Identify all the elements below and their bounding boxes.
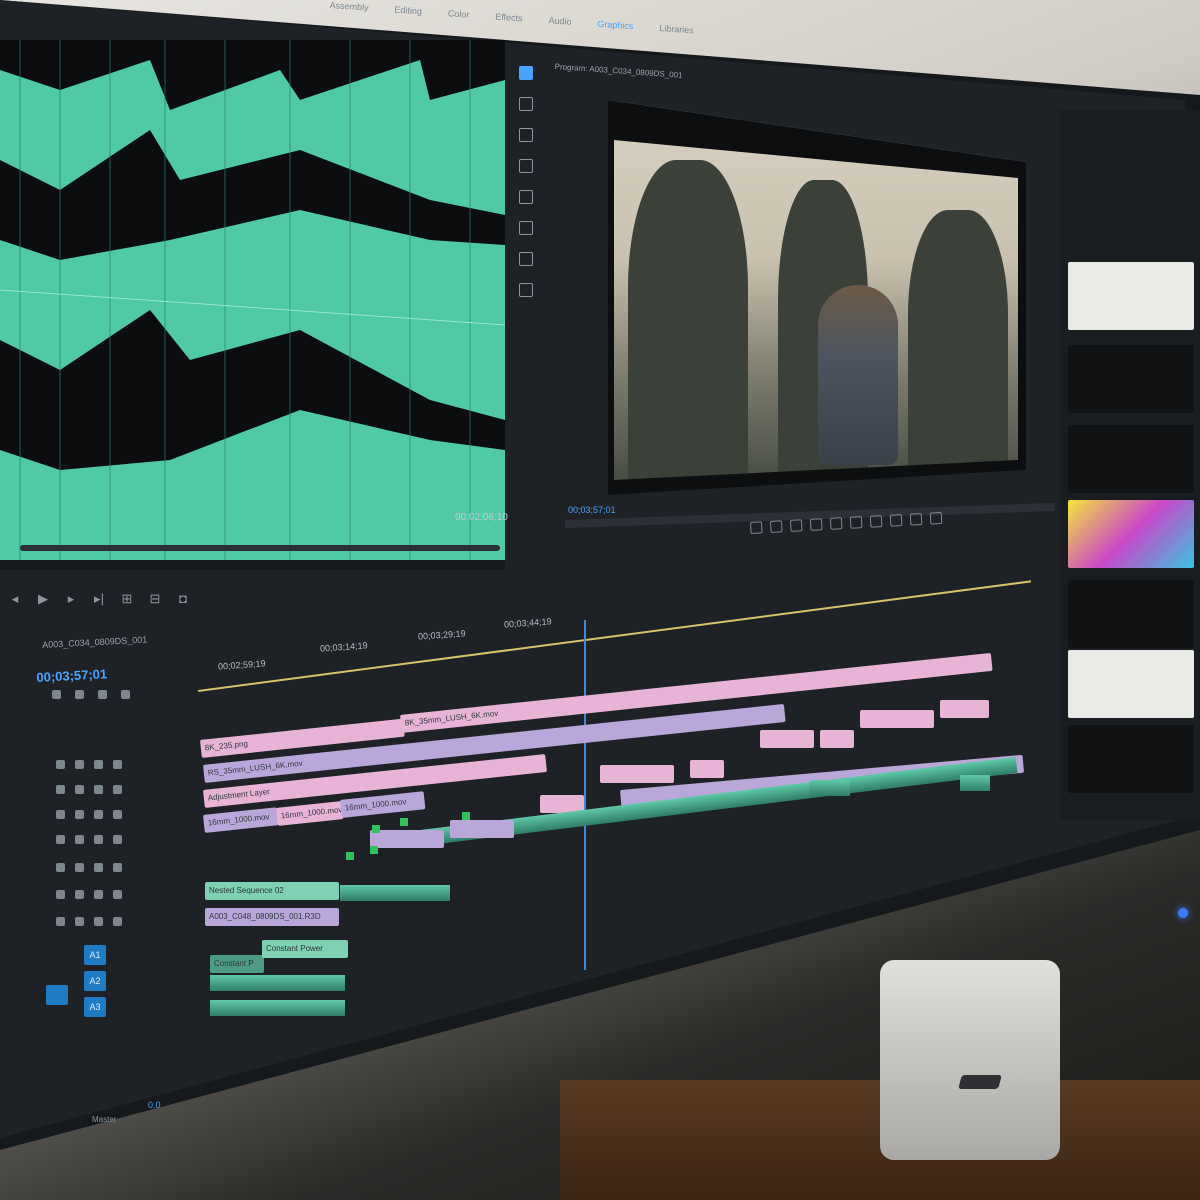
audio-waveform-clip[interactable] xyxy=(810,780,850,796)
timeline-clip[interactable] xyxy=(860,710,934,728)
effect-marker xyxy=(346,852,354,860)
timeline-clip[interactable]: 16mm_1000.mov xyxy=(340,791,426,818)
timeline-clip[interactable] xyxy=(450,820,514,838)
timeline-clip[interactable] xyxy=(600,765,674,783)
timeline-clip[interactable] xyxy=(760,730,814,748)
timeline-clip[interactable] xyxy=(370,830,444,848)
timeline-clip[interactable] xyxy=(820,730,854,748)
timeline-clip[interactable]: 16mm_1000.mov xyxy=(276,801,344,826)
audio-transition[interactable]: Constant P xyxy=(210,955,264,973)
timeline-clip[interactable]: Nested Sequence 02 xyxy=(205,882,339,900)
effect-marker xyxy=(400,818,408,826)
timeline-clip[interactable]: A003_C048_0809DS_001.R3D xyxy=(205,908,339,926)
timeline-clip[interactable] xyxy=(690,760,724,778)
audio-waveform-clip[interactable] xyxy=(210,1000,345,1016)
timeline-clips: 8K_235.png 8K_35mm_LUSH_6K.mov RS_35mm_L… xyxy=(0,0,1200,1200)
effect-marker xyxy=(370,846,378,854)
effect-marker xyxy=(372,825,380,833)
timeline-clip[interactable] xyxy=(940,700,989,718)
audio-transition[interactable]: Constant Power xyxy=(262,940,348,958)
effect-marker xyxy=(462,812,470,820)
audio-waveform-clip[interactable] xyxy=(960,775,990,791)
audio-waveform-clip[interactable] xyxy=(340,885,450,901)
audio-waveform-clip[interactable] xyxy=(210,975,345,991)
timeline-clip[interactable]: 16mm_1000.mov xyxy=(203,807,279,833)
